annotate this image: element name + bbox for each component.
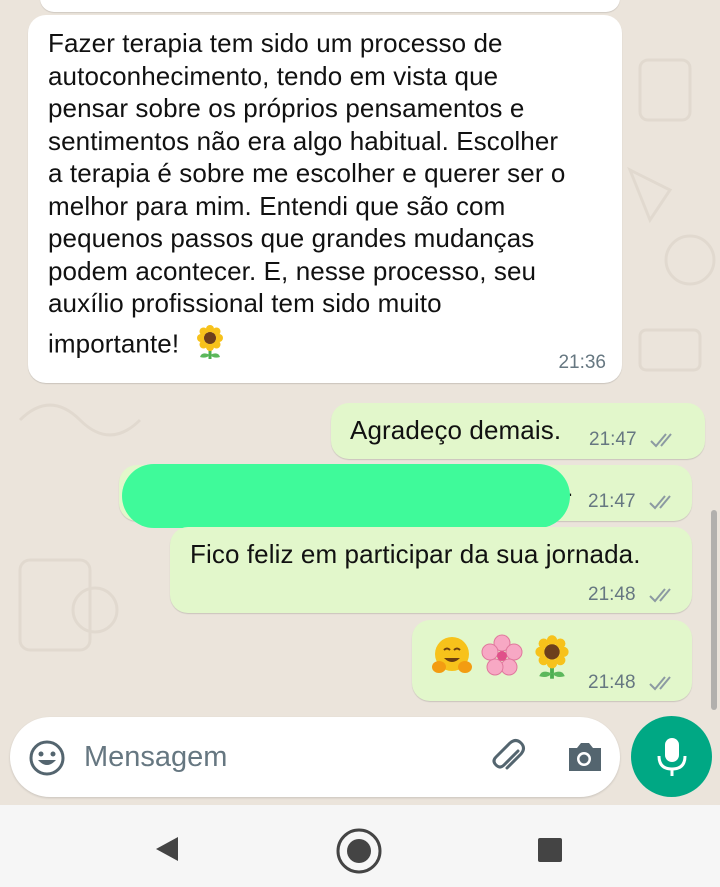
message-text: Fazer terapia tem sido um processo de au… bbox=[48, 27, 618, 367]
mic-icon bbox=[657, 738, 687, 776]
cherry-blossom-emoji bbox=[481, 634, 523, 676]
camera-icon[interactable] bbox=[564, 739, 604, 775]
sunflower-emoji bbox=[535, 635, 569, 679]
read-ticks-icon bbox=[649, 676, 671, 691]
read-ticks-icon bbox=[649, 495, 671, 510]
back-icon[interactable] bbox=[152, 834, 182, 864]
message-time: 21:48 bbox=[588, 672, 636, 693]
incoming-message-bubble[interactable]: Fazer terapia tem sido um processo de au… bbox=[28, 15, 622, 383]
message-text: Fico feliz em participar da sua jornada. bbox=[190, 539, 641, 569]
message-input[interactable]: Mensagem bbox=[84, 741, 227, 774]
outgoing-message-bubble[interactable]: Agradeço demais. 21:47 bbox=[331, 403, 705, 459]
previous-message-bubble bbox=[40, 0, 620, 12]
message-time: 21:36 bbox=[558, 352, 606, 373]
message-time: 21:48 bbox=[588, 584, 636, 605]
hugging-face-emoji bbox=[432, 637, 472, 673]
home-icon[interactable] bbox=[334, 826, 384, 876]
message-text: Agradeço demais. bbox=[350, 415, 562, 445]
chat-area[interactable]: Fazer terapia tem sido um processo de au… bbox=[0, 0, 720, 805]
voice-message-button[interactable] bbox=[631, 716, 712, 797]
emoji-icon[interactable] bbox=[28, 739, 66, 777]
message-composer: Mensagem bbox=[10, 717, 620, 797]
scrollbar[interactable] bbox=[711, 510, 717, 710]
system-navigation-bar bbox=[0, 805, 720, 887]
outgoing-message-bubble[interactable]: Fico feliz em participar da sua jornada.… bbox=[170, 527, 692, 613]
emoji-message bbox=[430, 634, 574, 680]
redaction-mark bbox=[122, 464, 570, 528]
read-ticks-icon bbox=[650, 433, 672, 448]
attach-icon[interactable] bbox=[488, 737, 530, 779]
read-ticks-icon bbox=[649, 588, 671, 603]
sunflower-emoji bbox=[193, 324, 227, 368]
message-time: 21:47 bbox=[589, 429, 637, 450]
message-time: 21:47 bbox=[588, 491, 636, 512]
recents-icon[interactable] bbox=[536, 836, 564, 864]
outgoing-message-bubble[interactable]: 21:48 bbox=[412, 620, 692, 701]
